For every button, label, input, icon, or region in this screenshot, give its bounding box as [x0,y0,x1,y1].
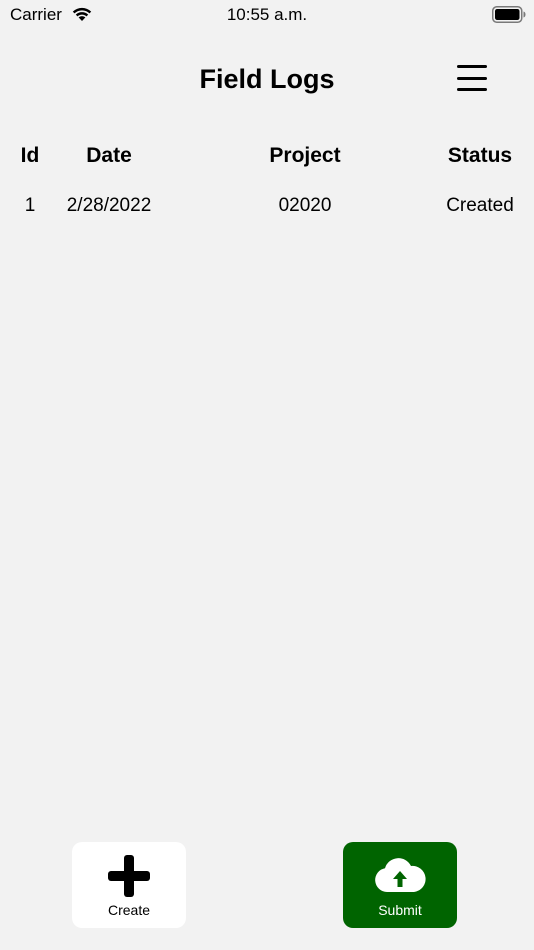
table-header: Id Date Project Status [0,144,534,174]
row-status: Created [446,195,514,216]
submit-label: Submit [378,902,422,918]
hamburger-icon-line [457,76,487,80]
field-logs-screen: Carrier 10:55 a.m. Field Logs Id Date Pr… [0,0,534,950]
hamburger-icon-line [457,65,487,68]
column-header-project: Project [269,144,341,167]
row-date: 2/28/2022 [66,195,152,216]
column-header-date: Date [86,144,132,167]
row-id: 1 [24,195,36,216]
table-row[interactable]: 1 2/28/2022 02020 Created [0,195,534,225]
submit-button[interactable]: Submit [343,842,457,928]
hamburger-icon-line [457,88,487,91]
column-header-id: Id [20,144,40,167]
status-bar: Carrier 10:55 a.m. [0,0,534,32]
row-project: 02020 [278,195,332,216]
battery-icon [492,6,526,23]
menu-button[interactable] [452,60,492,96]
clock: 10:55 a.m. [226,5,308,24]
create-label: Create [107,902,151,918]
cloud-upload-icon [375,858,426,892]
create-button[interactable]: Create [72,842,186,928]
column-header-status: Status [447,144,513,167]
plus-icon [108,855,150,897]
